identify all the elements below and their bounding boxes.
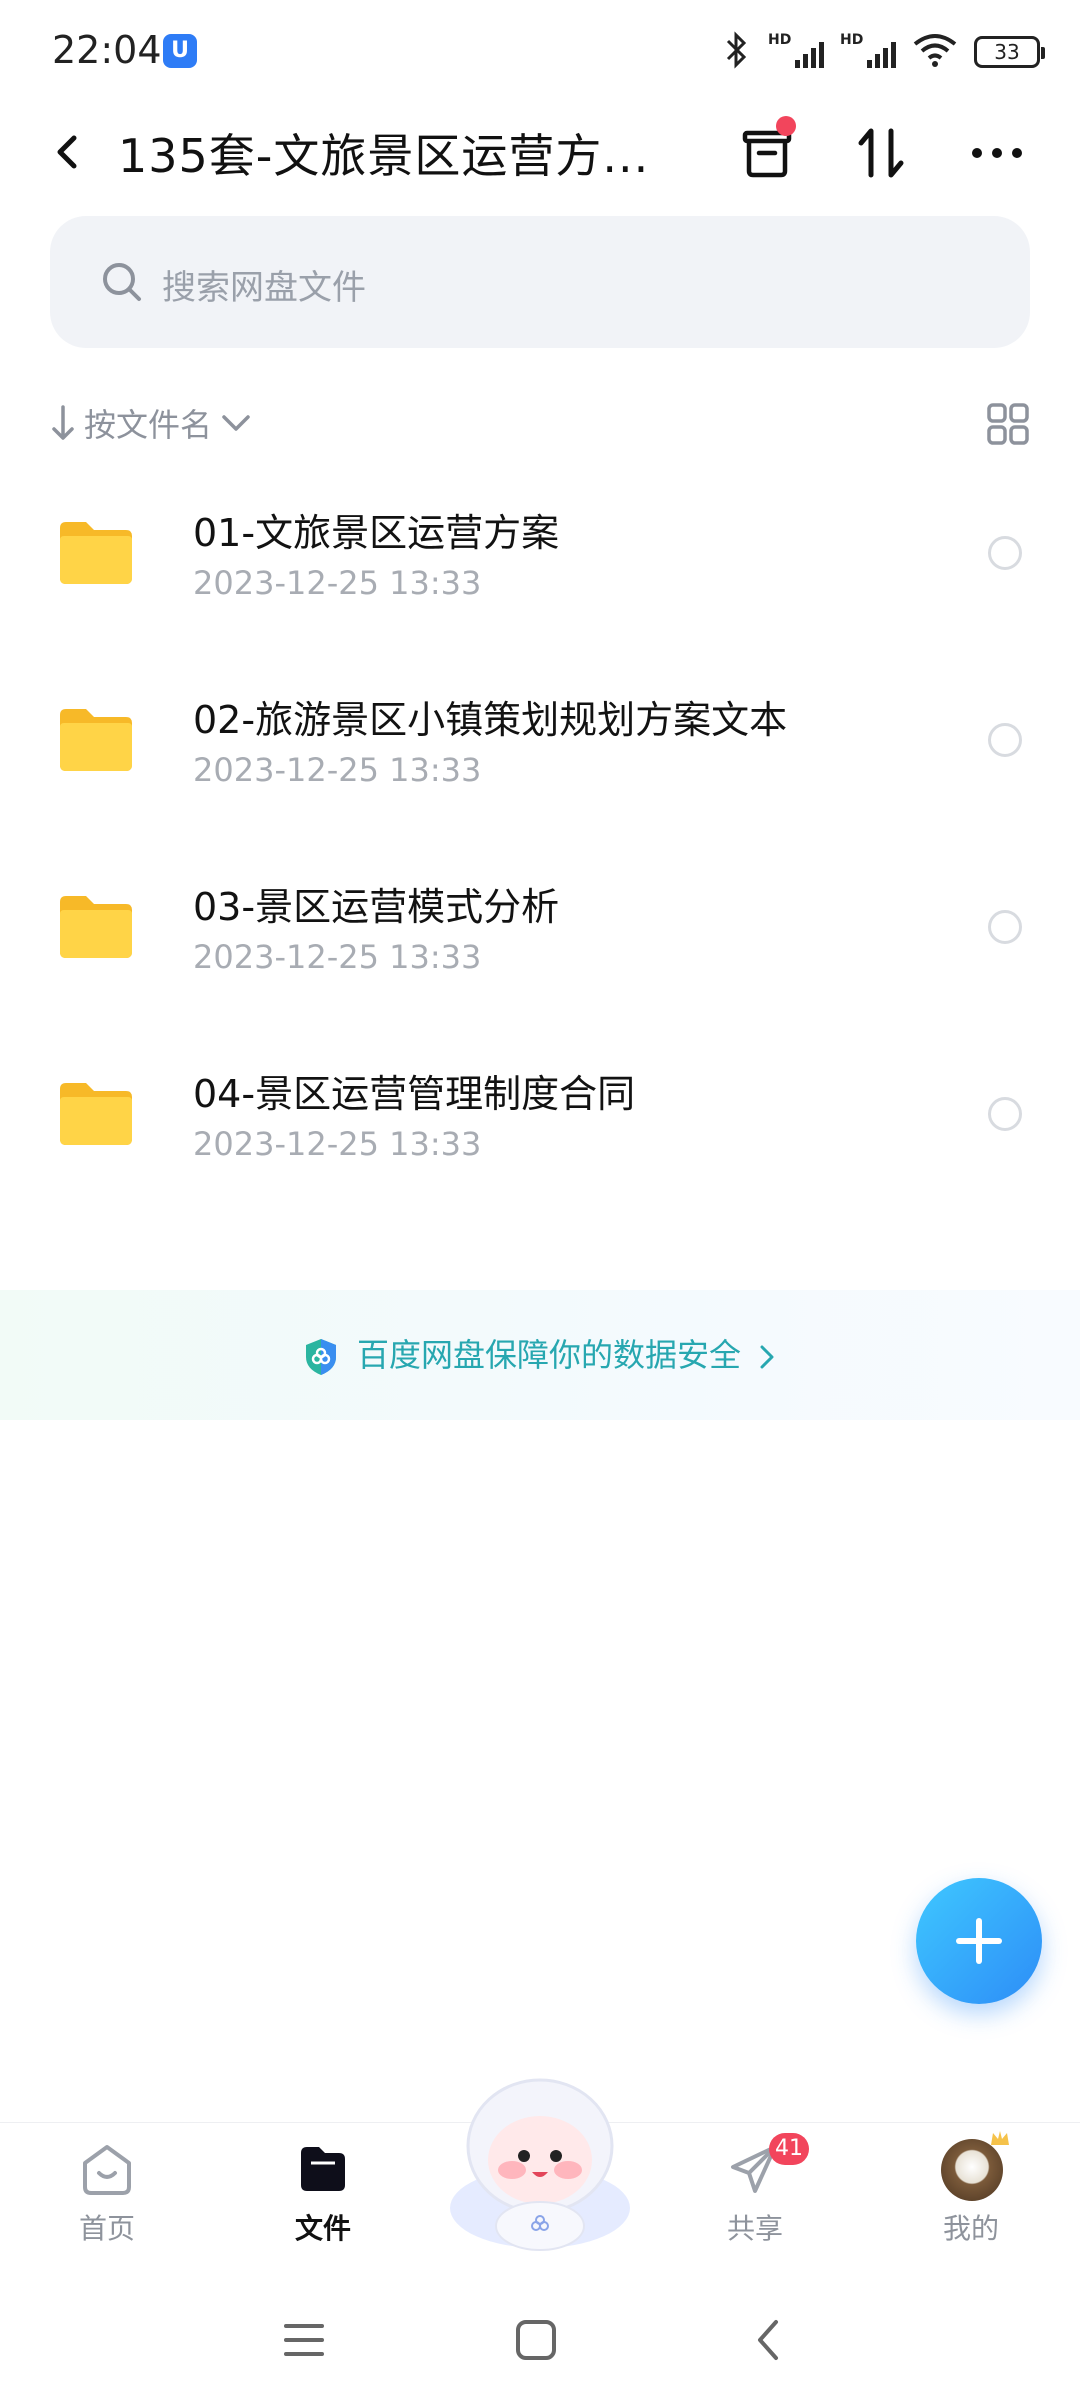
search-placeholder: 搜索网盘文件 — [162, 268, 366, 308]
status-bar: 22:04 U HD HD 33 — [0, 0, 1080, 100]
signal-hd-icon: HD — [840, 32, 896, 72]
search-icon — [103, 263, 141, 301]
plus-icon — [956, 1918, 1002, 1964]
more-button[interactable] — [962, 118, 1032, 188]
avatar — [941, 2131, 1009, 2201]
crown-icon — [991, 2131, 1009, 2145]
tab-home-label: 首页 — [78, 2212, 135, 2245]
file-name: 03-景区运营模式分析 — [193, 885, 560, 929]
select-checkbox[interactable] — [988, 536, 1022, 570]
add-button[interactable] — [916, 1878, 1042, 2004]
square-icon — [516, 2320, 556, 2360]
list-item[interactable]: 04-景区运营管理制度合同 2023-12-25 13:33 — [0, 1033, 1080, 1220]
back-chevron-icon — [758, 2320, 778, 2360]
battery-icon: 33 — [974, 36, 1045, 68]
folder-icon — [60, 709, 132, 771]
sort-label: 按文件名 — [84, 406, 213, 444]
grid-view-icon — [987, 403, 1029, 445]
home-icon — [83, 2145, 131, 2195]
signal-hd-icon: HD — [768, 32, 824, 72]
page-title: 135套-文旅景区运营方... — [118, 129, 650, 183]
file-list: 01-文旅景区运营方案 2023-12-25 13:33 02-旅游景区小镇策划… — [0, 472, 1080, 1220]
tab-mine[interactable]: 我的 — [896, 2131, 1046, 2259]
home-button[interactable] — [506, 2310, 566, 2370]
select-checkbox[interactable] — [988, 910, 1022, 944]
header: 135套-文旅景区运营方... — [0, 100, 1080, 210]
sort-arrows-icon — [858, 128, 904, 178]
tab-share-label: 共享 — [726, 2212, 783, 2245]
sort-dropdown[interactable]: 按文件名 — [50, 400, 252, 446]
file-date: 2023-12-25 13:33 — [193, 751, 482, 789]
file-date: 2023-12-25 13:33 — [193, 1125, 482, 1163]
sort-row: 按文件名 — [50, 390, 1030, 460]
file-name: 02-旅游景区小镇策划规划方案文本 — [193, 698, 788, 742]
folder-tab-icon — [301, 2147, 345, 2191]
wifi-icon — [912, 32, 958, 72]
security-text: 百度网盘保障你的数据安全 — [356, 1336, 741, 1374]
file-date: 2023-12-25 13:33 — [193, 938, 482, 976]
select-checkbox[interactable] — [988, 723, 1022, 757]
tab-files-label: 文件 — [294, 2212, 351, 2245]
status-time: 22:04 — [52, 28, 162, 72]
file-name: 01-文旅景区运营方案 — [193, 511, 560, 555]
list-item[interactable]: 01-文旅景区运营方案 2023-12-25 13:33 — [0, 472, 1080, 659]
select-checkbox[interactable] — [988, 1097, 1022, 1131]
chevron-down-icon — [222, 415, 250, 431]
file-name: 04-景区运营管理制度合同 — [193, 1072, 636, 1116]
tab-share[interactable]: 41 共享 — [680, 2133, 830, 2259]
mascot-assistant-button[interactable] — [440, 2068, 640, 2258]
list-item[interactable]: 02-旅游景区小镇策划规划方案文本 2023-12-25 13:33 — [0, 659, 1080, 846]
folder-icon — [60, 896, 132, 958]
search-input[interactable]: 搜索网盘文件 — [50, 216, 1030, 348]
file-date: 2023-12-25 13:33 — [193, 564, 482, 602]
tab-home[interactable]: 首页 — [32, 2139, 182, 2259]
list-item[interactable]: 03-景区运营模式分析 2023-12-25 13:33 — [0, 846, 1080, 1033]
mascot-icon — [450, 2078, 630, 2251]
menu-icon — [284, 2324, 324, 2356]
notification-dot — [776, 116, 796, 136]
sort-down-arrow-icon — [52, 405, 74, 440]
tab-mine-label: 我的 — [942, 2212, 999, 2245]
share-badge: 41 — [769, 2133, 809, 2165]
folder-icon — [60, 1083, 132, 1145]
back-button[interactable] — [40, 122, 100, 182]
tab-files[interactable]: 文件 — [248, 2139, 398, 2259]
folder-icon — [60, 522, 132, 584]
transfer-button[interactable] — [732, 116, 802, 188]
menu-button[interactable] — [274, 2310, 334, 2370]
bluetooth-icon — [722, 30, 752, 74]
more-icon — [972, 148, 1022, 158]
security-banner[interactable]: 百度网盘保障你的数据安全 — [0, 1290, 1080, 1420]
shield-icon — [305, 1339, 336, 1375]
chevron-right-icon — [760, 1345, 774, 1369]
app-notification-icon: U — [163, 34, 197, 68]
grid-view-button[interactable] — [986, 402, 1030, 446]
system-nav-bar — [0, 2290, 1080, 2380]
battery-level: 33 — [994, 40, 1020, 64]
system-back-button[interactable] — [740, 2310, 800, 2370]
back-icon — [57, 135, 77, 169]
sort-toggle-button[interactable] — [846, 118, 916, 188]
